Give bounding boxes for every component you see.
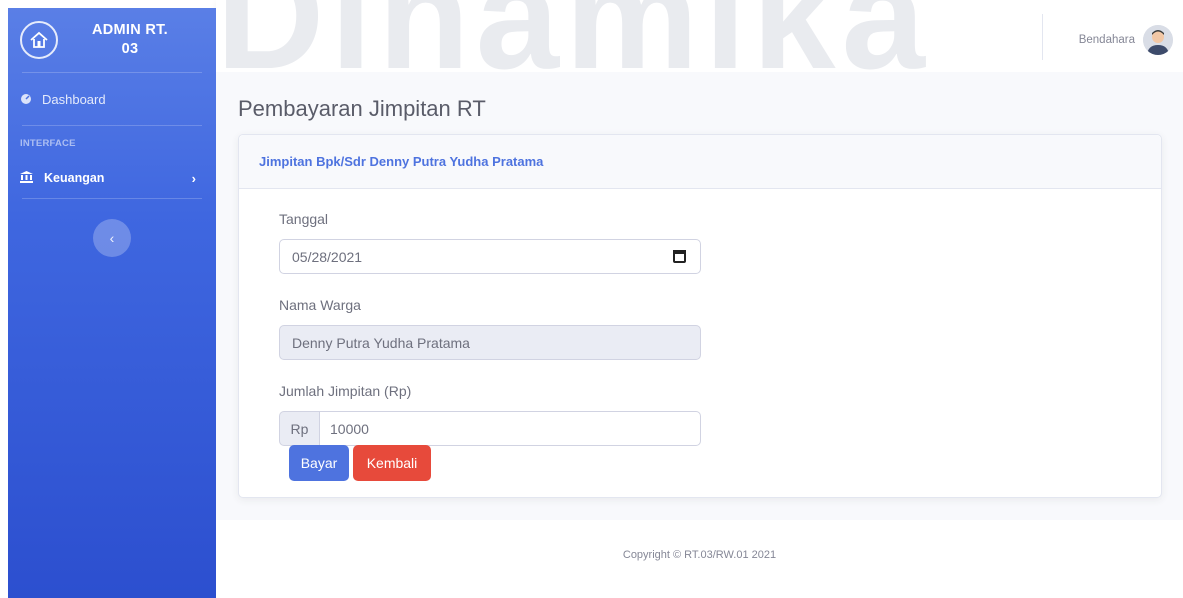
tanggal-group: Tanggal 05/28/2021 — [279, 211, 701, 274]
nama-warga-field: Denny Putra Yudha Pratama — [279, 325, 701, 360]
footer: Copyright © RT.03/RW.01 2021 — [216, 520, 1183, 590]
app-root: Dinamika Bendahara ADMIN RT. 03 Dashboar… — [0, 0, 1183, 598]
avatar[interactable] — [1143, 25, 1173, 55]
brand-title: ADMIN RT. 03 — [58, 21, 216, 59]
brand-title-line2: 03 — [121, 41, 139, 57]
tanggal-date-input[interactable]: 05/28/2021 — [279, 239, 701, 274]
topbar-divider — [1042, 14, 1043, 60]
sidebar: ADMIN RT. 03 Dashboard INTERFACE Keuanga… — [8, 8, 216, 598]
payment-card: Jimpitan Bpk/Sdr Denny Putra Yudha Prata… — [238, 134, 1162, 498]
sidebar-heading: INTERFACE — [20, 138, 76, 149]
card-header: Jimpitan Bpk/Sdr Denny Putra Yudha Prata… — [239, 135, 1161, 189]
user-name[interactable]: Bendahara — [1079, 34, 1135, 46]
topbar: Dinamika Bendahara — [216, 0, 1183, 100]
bayar-button[interactable]: Bayar — [289, 445, 349, 481]
user-menu[interactable]: Bendahara — [1079, 22, 1173, 58]
tanggal-label: Tanggal — [279, 211, 329, 227]
main-content: Pembayaran Jimpitan RT Jimpitan Bpk/Sdr … — [216, 72, 1183, 520]
form-actions: Bayar Kembali — [289, 445, 431, 481]
sidebar-item-label: Keuangan — [44, 171, 105, 185]
payment-form: Tanggal 05/28/2021 Nama Warga Denny Putr… — [279, 211, 701, 469]
bank-icon — [20, 170, 38, 186]
sidebar-item-label: Dashboard — [42, 91, 106, 107]
dashboard-icon — [20, 92, 36, 107]
nama-label: Nama Warga — [279, 297, 361, 313]
sidebar-item-dashboard[interactable]: Dashboard — [8, 73, 216, 125]
chevron-right-icon: › — [191, 170, 196, 186]
brand[interactable]: ADMIN RT. 03 — [8, 8, 216, 72]
sidebar-item-keuangan[interactable]: Keuangan › — [8, 158, 216, 198]
house-logo-icon — [20, 21, 58, 59]
brand-title-line1: ADMIN RT. — [92, 22, 168, 38]
nama-group: Nama Warga Denny Putra Yudha Pratama — [279, 297, 701, 360]
nama-value: Denny Putra Yudha Pratama — [292, 334, 470, 351]
sidebar-toggle-button[interactable]: ‹ — [93, 219, 131, 257]
jumlah-label: Jumlah Jimpitan (Rp) — [279, 383, 412, 399]
jumlah-value: 10000 — [330, 420, 369, 437]
kembali-button[interactable]: Kembali — [353, 445, 431, 481]
sidebar-divider — [22, 198, 202, 199]
tanggal-value: 05/28/2021 — [292, 248, 363, 265]
jumlah-input-group: Rp 10000 — [279, 411, 701, 446]
calendar-icon[interactable] — [673, 250, 686, 263]
jumlah-input[interactable]: 10000 — [319, 411, 701, 446]
currency-prefix: Rp — [279, 411, 319, 446]
chevron-left-icon: ‹ — [109, 230, 115, 246]
jumlah-group: Jumlah Jimpitan (Rp) Rp 10000 — [279, 383, 701, 446]
user-avatar-icon — [1143, 25, 1173, 55]
page-title: Pembayaran Jimpitan RT — [238, 96, 486, 121]
copyright-text: Copyright © RT.03/RW.01 2021 — [622, 549, 777, 561]
